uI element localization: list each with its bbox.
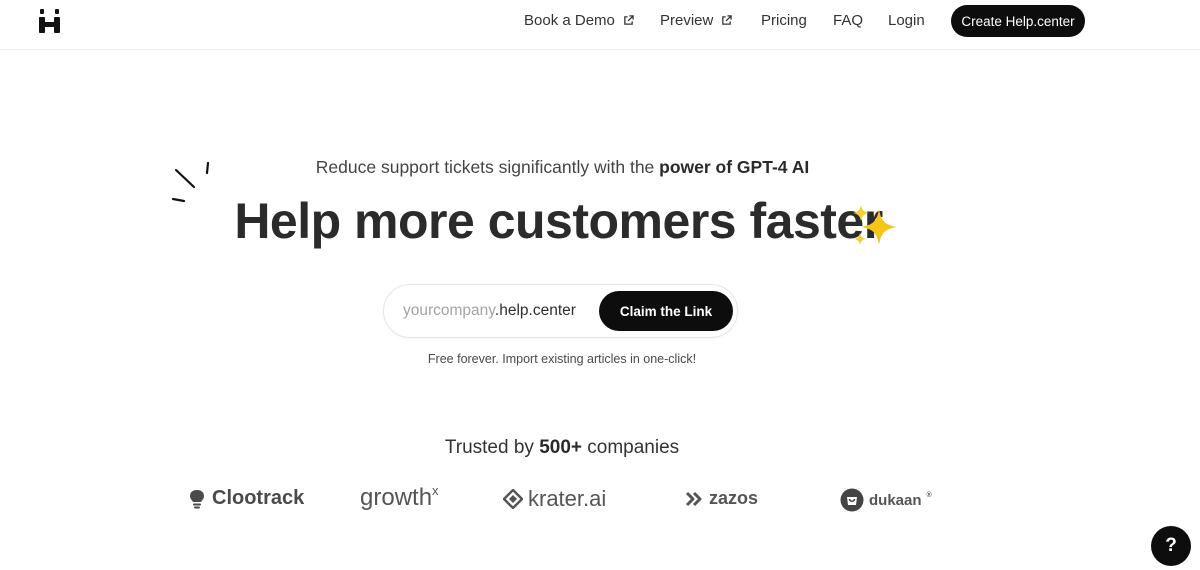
site-header: Book a Demo Preview Pricing FAQ Login Cr… — [0, 0, 1200, 50]
growthx-label: growth — [360, 484, 433, 511]
bulb-icon — [190, 489, 204, 508]
nav-faq-label: FAQ — [833, 12, 864, 29]
dukaan-label: dukaan — [869, 491, 922, 509]
dukaan-logo: dukaan ® — [840, 488, 932, 512]
hero-subtitle: Reduce support tickets significantly wit… — [0, 157, 1125, 178]
nav-pricing[interactable]: Pricing — [761, 12, 807, 29]
hero-note: Free forever. Import existing articles i… — [427, 352, 697, 366]
krater-label: krater.ai — [528, 486, 607, 511]
nav-pricing-label: Pricing — [761, 12, 807, 29]
diamond-icon — [503, 489, 523, 509]
question-icon: ? — [1165, 535, 1177, 556]
nav-preview-label: Preview — [660, 12, 714, 29]
clootrack-label: Clootrack — [212, 487, 305, 509]
external-link-icon — [722, 15, 733, 25]
subdomain-input[interactable]: yourcompany.help.center — [403, 302, 576, 320]
nav-book-demo[interactable]: Book a Demo — [524, 12, 634, 29]
clootrack-logo: Clootrack — [189, 487, 304, 510]
growthx-logo: growth x — [360, 482, 439, 512]
help-button[interactable]: ? — [1151, 526, 1191, 566]
dukaan-registered-mark: ® — [926, 491, 932, 499]
subdomain-placeholder: yourcompany — [403, 302, 495, 319]
hero-subtitle-highlight: power of GPT-4 AI — [659, 157, 810, 177]
nav-preview[interactable]: Preview — [660, 12, 733, 29]
hero-headline: Help more customers faster — [234, 193, 883, 249]
trusted-count: 500+ — [539, 437, 582, 458]
chevrons-right-icon — [685, 491, 702, 506]
krater-logo: krater.ai — [503, 486, 606, 512]
trusted-suffix: companies — [581, 437, 680, 458]
nav-login[interactable]: Login — [888, 12, 925, 29]
create-help-center-button[interactable]: Create Help.center — [951, 5, 1085, 37]
trusted-prefix: Trusted by — [444, 437, 540, 458]
trusted-by-heading: Trusted by 500+ companies — [0, 437, 1124, 459]
external-link-icon — [624, 15, 634, 25]
zazos-logo: zazos — [685, 488, 758, 509]
shopping-bag-icon — [840, 488, 864, 512]
sparkles-icon — [853, 205, 897, 245]
nav-login-label: Login — [888, 12, 925, 29]
claim-link-button[interactable]: Claim the Link — [599, 291, 733, 331]
nav-faq[interactable]: FAQ — [833, 12, 863, 29]
zazos-label: zazos — [709, 488, 759, 508]
nav-book-demo-label: Book a Demo — [524, 12, 615, 29]
claim-link-form: yourcompany.help.center Claim the Link — [383, 284, 738, 338]
growthx-superscript: x — [432, 482, 439, 498]
hero-subtitle-text: Reduce support tickets significantly wit… — [315, 157, 660, 177]
h-logo-icon[interactable] — [38, 8, 62, 34]
domain-suffix: .help.center — [494, 302, 576, 319]
